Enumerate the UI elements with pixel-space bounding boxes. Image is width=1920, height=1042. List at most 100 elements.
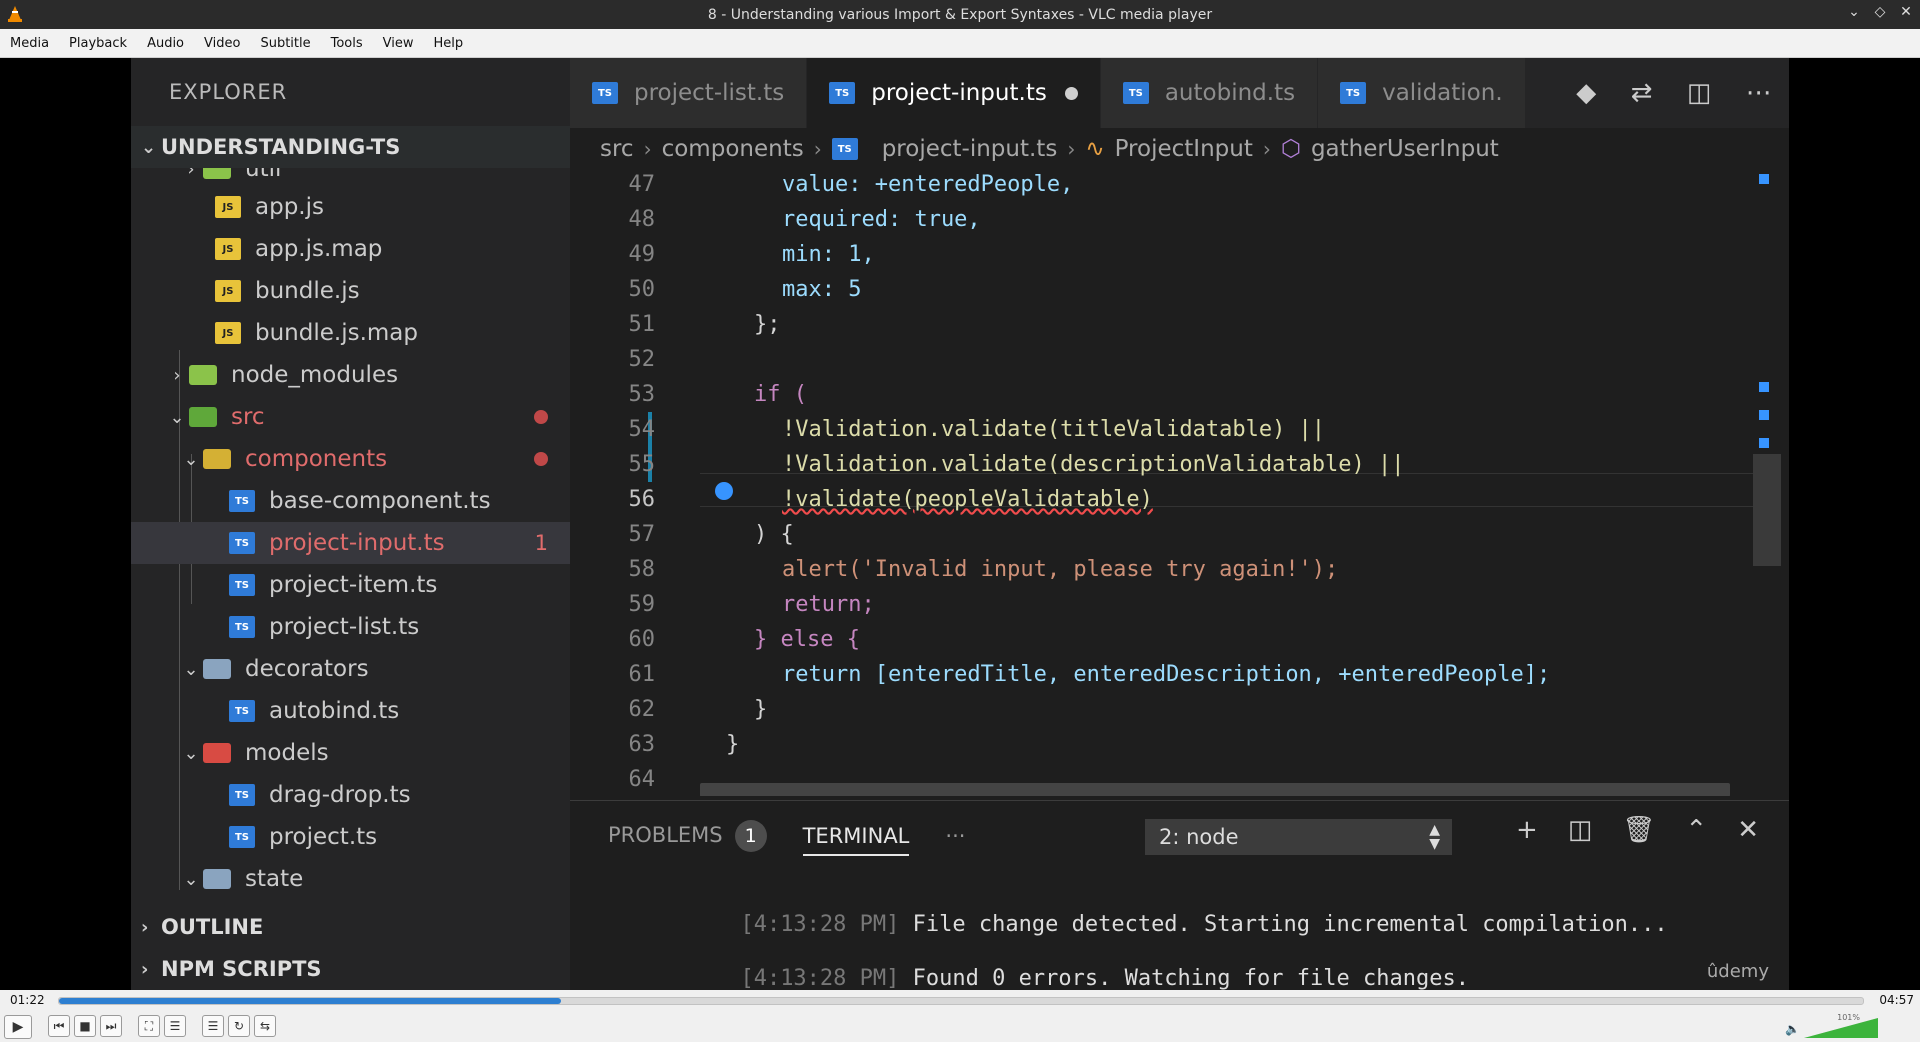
line-number: 51 — [628, 312, 656, 337]
unsaved-dot-icon[interactable] — [1064, 86, 1078, 100]
play-button[interactable]: ▶ — [4, 1015, 32, 1039]
stop-button[interactable]: ■ — [74, 1015, 96, 1037]
tree-item-models[interactable]: ⌄ models — [131, 732, 570, 774]
chevron-right-icon: › — [173, 364, 181, 386]
ts-file-icon: TS — [229, 616, 255, 638]
vertical-scrollbar-thumb[interactable] — [1753, 454, 1781, 566]
tree-item-state[interactable]: ⌄ state — [131, 858, 570, 900]
shuffle-button[interactable]: ⇆ — [254, 1015, 276, 1037]
tab-terminal[interactable]: TERMINAL — [802, 816, 910, 856]
tree-item-drag-drop[interactable]: TS drag-drop.ts — [131, 774, 570, 816]
npm-scripts-section-header[interactable]: › NPM SCRIPTS — [131, 948, 570, 990]
menu-help[interactable]: Help — [424, 29, 474, 58]
close-button[interactable]: ✕ — [1898, 4, 1914, 20]
line-number: 62 — [628, 697, 656, 722]
speaker-icon[interactable]: 🔈 — [1785, 1022, 1800, 1036]
file-tree: › util JS app.js JS app.js.map JS bundle… — [131, 168, 570, 901]
tree-item-project-list[interactable]: TS project-list.ts — [131, 606, 570, 648]
menu-view[interactable]: View — [373, 29, 424, 58]
chevron-up-icon[interactable]: ⌃ — [1685, 815, 1707, 845]
ts-file-icon: TS — [229, 700, 255, 722]
udemy-watermark: ûdemy — [1706, 961, 1769, 982]
project-section-header[interactable]: ⌄ UNDERSTANDING-TS — [131, 126, 570, 168]
breadcrumb-item[interactable]: gatherUserInput — [1311, 136, 1499, 162]
loop-button[interactable]: ↻ — [228, 1015, 250, 1037]
more-panels-icon[interactable]: ··· — [945, 824, 965, 848]
tree-item-app-js-map[interactable]: JS app.js.map — [131, 228, 570, 270]
tree-item-autobind[interactable]: TS autobind.ts — [131, 690, 570, 732]
menu-audio[interactable]: Audio — [137, 29, 194, 58]
previous-button[interactable]: ⏮ — [48, 1015, 70, 1037]
tab-validation[interactable]: TS validation. — [1318, 58, 1526, 128]
tree-item-src[interactable]: ⌄ src — [131, 396, 570, 438]
tree-item-label: bundle.js.map — [255, 320, 418, 346]
tree-item-components[interactable]: ⌄ components — [131, 438, 570, 480]
tree-item-project[interactable]: TS project.ts — [131, 816, 570, 858]
volume-slider[interactable] — [1804, 1018, 1878, 1038]
menu-media[interactable]: Media — [0, 29, 59, 58]
compare-changes-icon[interactable]: ⇄ — [1631, 78, 1653, 108]
code-line: value: +enteredPeople, — [782, 172, 1074, 197]
tree-item-project-item[interactable]: TS project-item.ts — [131, 564, 570, 606]
close-panel-icon[interactable]: ✕ — [1737, 815, 1759, 845]
fullscreen-button[interactable]: ⛶ — [138, 1015, 160, 1037]
menu-playback[interactable]: Playback — [59, 29, 137, 58]
tree-item-label: project-input.ts — [269, 530, 445, 556]
tab-autobind[interactable]: TS autobind.ts — [1100, 58, 1319, 128]
playlist-button[interactable]: ☰ — [202, 1015, 224, 1037]
tree-item-label: src — [231, 404, 265, 430]
tab-project-list[interactable]: TS project-list.ts — [570, 58, 808, 128]
extended-settings-button[interactable]: ☰ — [164, 1015, 186, 1037]
breadcrumb-item[interactable]: ProjectInput — [1115, 136, 1253, 162]
tree-item-label: decorators — [245, 656, 369, 682]
tab-problems[interactable]: PROBLEMS 1 — [608, 820, 767, 852]
tree-item-project-input[interactable]: TS project-input.ts 1 — [131, 522, 570, 564]
split-terminal-icon[interactable]: ◫ — [1568, 815, 1593, 845]
split-editor-icon[interactable]: ◫ — [1687, 78, 1712, 108]
menu-video[interactable]: Video — [194, 29, 250, 58]
line-number: 56 — [628, 487, 656, 512]
new-terminal-icon[interactable]: + — [1516, 815, 1538, 845]
menu-subtitle[interactable]: Subtitle — [250, 29, 320, 58]
tree-item-app-js[interactable]: JS app.js — [131, 186, 570, 228]
vlc-cone-icon — [8, 6, 22, 22]
line-number: 52 — [628, 347, 656, 372]
more-actions-icon[interactable]: ⋯ — [1746, 78, 1772, 108]
line-number: 60 — [628, 627, 656, 652]
elapsed-time: 01:22 — [10, 993, 45, 1007]
tab-project-input[interactable]: TS project-input.ts — [807, 58, 1101, 128]
tree-item-bundle-js[interactable]: JS bundle.js — [131, 270, 570, 312]
line-number: 63 — [628, 732, 656, 757]
outline-section-header[interactable]: › OUTLINE — [131, 906, 570, 948]
minimize-button[interactable]: ⌄ — [1846, 4, 1862, 20]
tree-item-decorators[interactable]: ⌄ decorators — [131, 648, 570, 690]
line-number: 55 — [628, 452, 656, 477]
git-icon[interactable]: ◆ — [1576, 78, 1596, 108]
player-controls: ▶ ⏮ ■ ⏭ ⛶ ☰ ☰ ↻ ⇆ 🔈 101% — [0, 1012, 1920, 1042]
editor: TS project-list.ts TS project-input.ts T… — [570, 58, 1789, 990]
menu-tools[interactable]: Tools — [321, 29, 373, 58]
tree-item-base-component[interactable]: TS base-component.ts — [131, 480, 570, 522]
ts-file-icon: TS — [229, 574, 255, 596]
code-line: }; — [754, 312, 781, 337]
terminal-text: File change detected. Starting increment… — [899, 912, 1668, 937]
breadcrumb-item[interactable]: components — [662, 136, 804, 162]
video-area[interactable]: EXPLORER ⌄ UNDERSTANDING-TS › util JS ap… — [0, 58, 1920, 990]
class-icon: ∿ — [1085, 136, 1105, 162]
trash-icon[interactable]: 🗑 — [1622, 815, 1655, 845]
lightbulb-icon[interactable] — [715, 482, 733, 500]
terminal-text: Found 0 errors. Watching for file change… — [899, 966, 1469, 990]
horizontal-scrollbar[interactable] — [700, 783, 1730, 796]
chevron-right-icon: › — [1067, 137, 1076, 161]
tree-item-node-modules[interactable]: › node_modules — [131, 354, 570, 396]
code-area[interactable]: 47 48 49 50 51 52 53 54 55 56 57 58 59 6… — [570, 172, 1789, 796]
project-name: UNDERSTANDING-TS — [161, 135, 401, 159]
breadcrumb-item[interactable]: project-input.ts — [882, 136, 1058, 162]
seek-slider[interactable] — [58, 997, 1864, 1005]
next-button[interactable]: ⏭ — [100, 1015, 122, 1037]
code-line: ) { — [754, 522, 794, 547]
terminal-select[interactable]: 2: node ▲ ▼ — [1145, 819, 1452, 855]
tree-item-bundle-js-map[interactable]: JS bundle.js.map — [131, 312, 570, 354]
breadcrumb-item[interactable]: src — [600, 136, 634, 162]
maximize-button[interactable]: ◇ — [1872, 4, 1888, 20]
